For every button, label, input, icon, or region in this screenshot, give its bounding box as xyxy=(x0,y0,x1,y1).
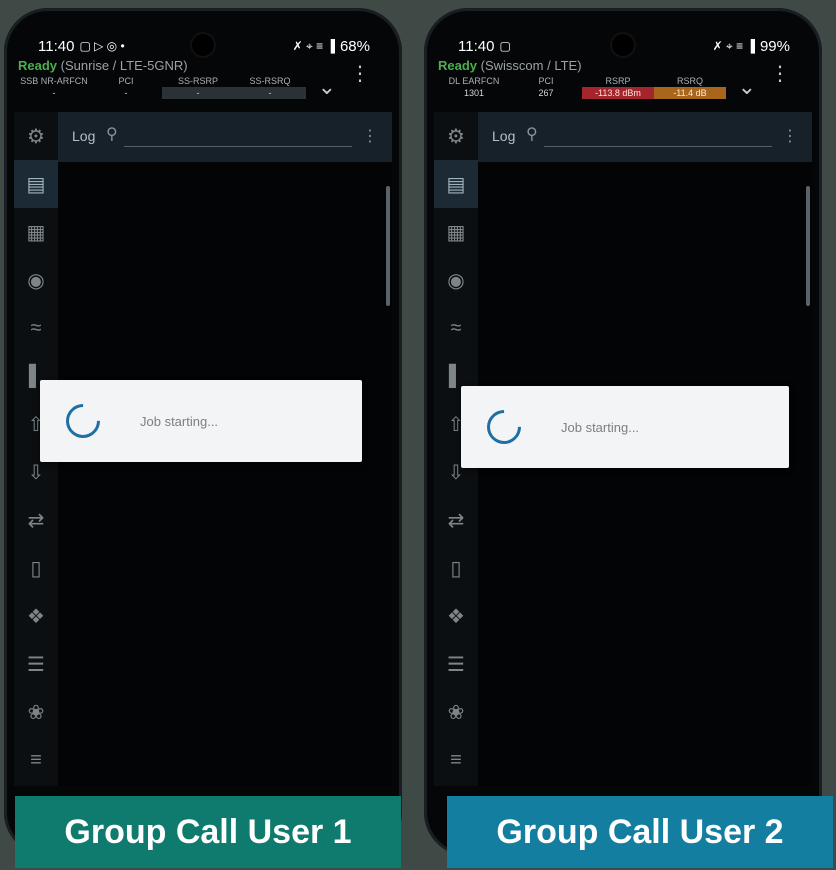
transfer-arrows-icon[interactable]: ⇄ xyxy=(434,496,478,544)
chevron-down-icon[interactable]: ⌄ xyxy=(738,74,756,100)
location-pin-icon[interactable]: ◉ xyxy=(14,256,58,304)
system-status-icons: ✗ ⌖ ≡ ▐ xyxy=(712,38,755,53)
caption-user-1: Group Call User 1 xyxy=(15,796,401,868)
menu-lines-icon[interactable]: ☰ xyxy=(434,640,478,688)
job-starting-dialog: Job starting... xyxy=(461,386,789,468)
metric-rsrp: SS-RSRP - xyxy=(162,76,234,99)
log-toolbar: Log ⚲ ⋮ xyxy=(478,112,812,162)
network-label: (Sunrise / LTE-5GNR) xyxy=(60,58,188,73)
document-icon[interactable]: ▤ xyxy=(14,160,58,208)
transfer-arrows-icon[interactable]: ⇄ xyxy=(14,496,58,544)
list-document-icon[interactable]: ▦ xyxy=(434,208,478,256)
checklist-icon[interactable]: ≡ xyxy=(14,736,58,784)
notification-icons: ▢ ▷ ◎ • xyxy=(79,39,125,53)
tab-log[interactable]: Log xyxy=(72,128,95,144)
metric-rsrq: RSRQ -11.4 dB xyxy=(654,76,726,99)
metric-earfcn: DL EARFCN 1301 xyxy=(448,76,500,98)
loading-spinner-icon xyxy=(479,402,529,452)
document-icon[interactable]: ▤ xyxy=(434,160,478,208)
tab-log[interactable]: Log xyxy=(492,128,515,144)
search-icon[interactable]: ⚲ xyxy=(526,124,538,144)
metric-pci: PCI 267 xyxy=(538,76,554,98)
more-vert-icon[interactable]: ⋮ xyxy=(350,64,370,84)
search-icon[interactable]: ⚲ xyxy=(106,124,118,144)
chevron-down-icon[interactable]: ⌄ xyxy=(318,74,336,100)
metric-rsrq: SS-RSRQ - xyxy=(234,76,306,99)
notification-icons: ▢ xyxy=(499,39,511,53)
metrics-columns: SSB NR-ARFCN - PCI - SS-RSRP - SS-RSRQ - xyxy=(18,76,306,99)
loading-spinner-icon xyxy=(58,396,108,446)
clock: 11:40 xyxy=(458,37,495,55)
log-toolbar: Log ⚲ ⋮ xyxy=(58,112,392,162)
battery-percentage: 68% xyxy=(339,37,370,55)
globe-icon[interactable]: ❀ xyxy=(434,688,478,736)
checklist-icon[interactable]: ≡ xyxy=(434,736,478,784)
clock: 11:40 xyxy=(38,37,75,55)
network-label: (Swisscom / LTE) xyxy=(480,58,582,73)
app-header: Ready (Sunrise / LTE-5GNR) SSB NR-ARFCN … xyxy=(14,58,392,110)
metrics-columns: DL EARFCN 1301 PCI 267 RSRP -113.8 dBm R… xyxy=(438,76,726,99)
phone-device-icon[interactable]: ▯ xyxy=(434,544,478,592)
antenna-icon[interactable]: ❖ xyxy=(434,592,478,640)
metric-arfcn: SSB NR-ARFCN - xyxy=(20,76,88,98)
ready-label: Ready xyxy=(18,58,58,73)
scrollbar[interactable] xyxy=(806,186,810,306)
metric-pci: PCI - xyxy=(118,76,134,98)
gear-icon[interactable]: ⚙ xyxy=(14,112,58,160)
system-status-icons: ✗ ⌖ ≡ ▐ xyxy=(292,38,335,53)
more-vert-icon[interactable]: ⋮ xyxy=(770,64,790,84)
battery-percentage: 99% xyxy=(759,37,790,55)
ready-label: Ready xyxy=(438,58,478,73)
search-input[interactable] xyxy=(544,146,772,147)
app-header: Ready (Swisscom / LTE) DL EARFCN 1301 PC… xyxy=(434,58,812,110)
antenna-icon[interactable]: ❖ xyxy=(14,592,58,640)
dialog-message: Job starting... xyxy=(140,413,219,429)
search-input[interactable] xyxy=(124,146,352,147)
connection-status: Ready (Swisscom / LTE) xyxy=(438,58,582,73)
scrollbar[interactable] xyxy=(386,186,390,306)
camera-cutout xyxy=(612,34,634,56)
location-pin-icon[interactable]: ◉ xyxy=(434,256,478,304)
signal-satellite-icon[interactable]: ≈ xyxy=(434,304,478,352)
globe-icon[interactable]: ❀ xyxy=(14,688,58,736)
more-vert-icon[interactable]: ⋮ xyxy=(782,126,798,146)
metric-rsrp: RSRP -113.8 dBm xyxy=(582,76,654,99)
gear-icon[interactable]: ⚙ xyxy=(434,112,478,160)
caption-user-2: Group Call User 2 xyxy=(447,796,833,868)
camera-cutout xyxy=(192,34,214,56)
job-starting-dialog: Job starting... xyxy=(40,380,362,462)
log-content xyxy=(478,162,812,786)
log-content xyxy=(58,162,392,786)
connection-status: Ready (Sunrise / LTE-5GNR) xyxy=(18,58,188,73)
dialog-message: Job starting... xyxy=(561,419,640,435)
more-vert-icon[interactable]: ⋮ xyxy=(362,126,378,146)
menu-lines-icon[interactable]: ☰ xyxy=(14,640,58,688)
signal-satellite-icon[interactable]: ≈ xyxy=(14,304,58,352)
phone-device-icon[interactable]: ▯ xyxy=(14,544,58,592)
list-document-icon[interactable]: ▦ xyxy=(14,208,58,256)
